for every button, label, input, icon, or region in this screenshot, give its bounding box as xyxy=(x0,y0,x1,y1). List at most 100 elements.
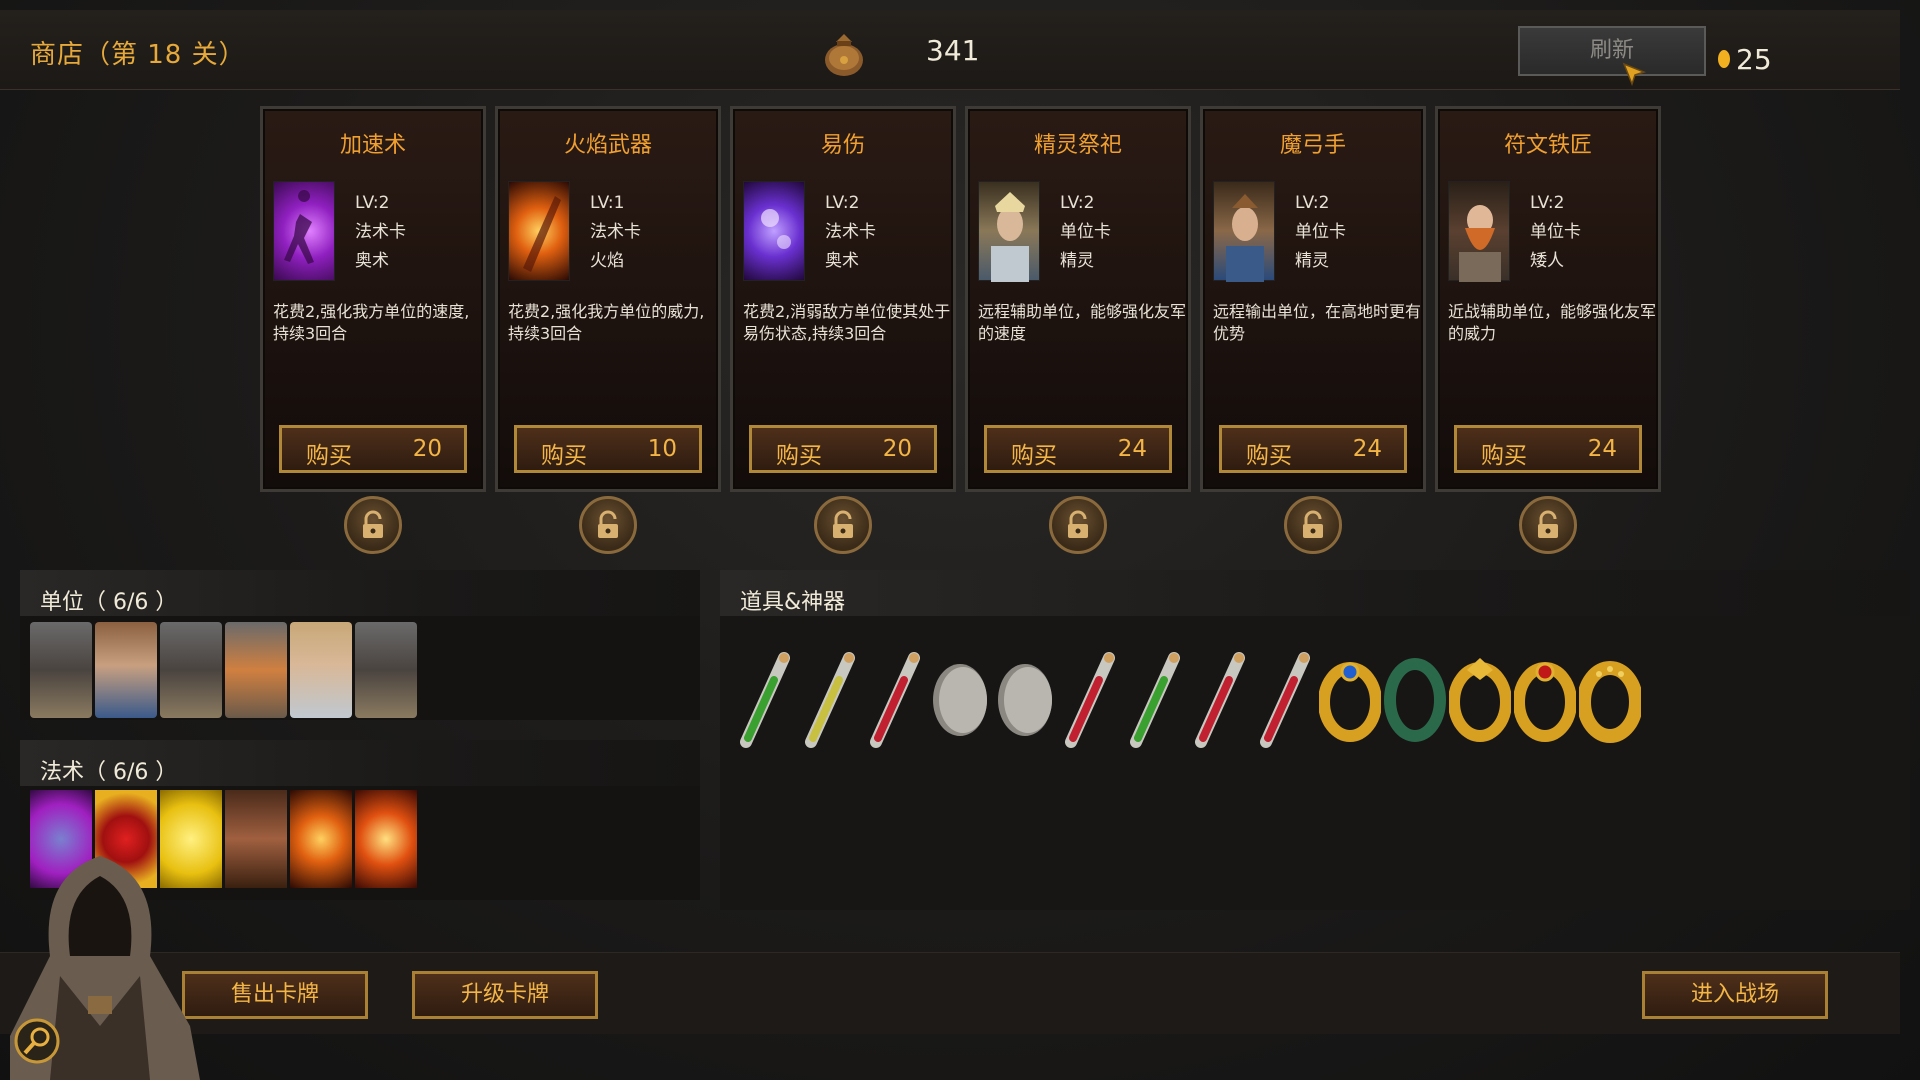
jade-ring-icon[interactable] xyxy=(1384,650,1446,750)
unlock-icon xyxy=(598,510,618,538)
sell-card-button[interactable]: 售出卡牌 xyxy=(182,971,368,1019)
card-school: 火焰 xyxy=(590,251,624,271)
buy-label: 购买 xyxy=(776,443,822,469)
card-name: 加速术 xyxy=(339,133,406,158)
shop-card-haste[interactable]: 加速术 LV:2 法术卡 奥术 花费2,强化我方单位的速度,持续3回合 购买 2… xyxy=(260,106,486,492)
card-description: 近战辅助单位，能够强化友军的威力 xyxy=(1448,302,1657,343)
refresh-coin-count: 25 xyxy=(1736,43,1772,76)
card-name: 符文铁匠 xyxy=(1503,133,1592,158)
unit-elf-archer-icon[interactable] xyxy=(95,622,157,718)
haste-spell-art-icon xyxy=(273,181,335,281)
card-name: 火焰武器 xyxy=(563,133,652,158)
card-name: 魔弓手 xyxy=(1279,133,1346,158)
unit-knight-icon[interactable] xyxy=(30,622,92,718)
buy-button[interactable]: 购买 24 xyxy=(1454,425,1642,473)
card-level: LV:1 xyxy=(590,193,625,213)
card-level: LV:2 xyxy=(1295,193,1330,213)
buy-button[interactable]: 购买 20 xyxy=(279,425,467,473)
top-bar: 商店（第 18 关） 341 刷新 25 xyxy=(0,10,1900,90)
shop-title: 商店（第 18 关） xyxy=(30,40,246,70)
unlock-icon xyxy=(833,510,853,538)
magnifier-icon[interactable] xyxy=(14,1018,60,1064)
vulnerable-spell-art-icon xyxy=(743,181,805,281)
unit-dwarf-icon[interactable] xyxy=(225,622,287,718)
red-potion-icon[interactable] xyxy=(864,650,926,750)
buy-price: 24 xyxy=(1587,436,1617,462)
items-panel-title: 道具&神器 xyxy=(740,590,846,615)
buy-label: 购买 xyxy=(306,443,352,469)
lock-toggle-6[interactable] xyxy=(1519,496,1577,554)
card-description: 远程输出单位，在高地时更有优势 xyxy=(1213,302,1422,343)
gold-band-ring-icon[interactable] xyxy=(1579,650,1641,750)
units-panel-title: 单位（ 6/6 ） xyxy=(40,590,178,615)
card-kind: 法术卡 xyxy=(590,222,641,242)
buy-price: 20 xyxy=(412,436,442,462)
rune-smith-portrait-icon xyxy=(1448,181,1510,282)
cursor-arrow-icon xyxy=(1622,62,1647,87)
shop-card-elf-priest[interactable]: 精灵祭祀 LV:2 单位卡 精灵 远程辅助单位，能够强化友军的速度 购买 24 xyxy=(965,106,1191,492)
card-description: 远程辅助单位，能够强化友军的速度 xyxy=(978,302,1187,343)
card-school: 精灵 xyxy=(1295,251,1329,271)
shop-card-arcane-archer[interactable]: 魔弓手 LV:2 单位卡 精灵 远程输出单位，在高地时更有优势 购买 24 xyxy=(1200,106,1426,492)
card-kind: 单位卡 xyxy=(1530,222,1581,242)
sapphire-ring-icon[interactable] xyxy=(1319,650,1381,750)
spell-fireball-icon[interactable] xyxy=(355,790,417,888)
buy-label: 购买 xyxy=(1246,443,1292,469)
card-kind: 单位卡 xyxy=(1295,222,1346,242)
card-level: LV:2 xyxy=(1530,193,1565,213)
unit-knight-icon[interactable] xyxy=(355,622,417,718)
fire-weapon-art-icon xyxy=(508,181,570,281)
lock-toggle-3[interactable] xyxy=(814,496,872,554)
shop-card-vulnerable[interactable]: 易伤 LV:2 法术卡 奥术 花费2,消弱敌方单位使其处于易伤状态,持续3回合 … xyxy=(730,106,956,492)
unlock-icon xyxy=(363,510,383,538)
card-description: 花费2,强化我方单位的威力,持续3回合 xyxy=(508,302,705,343)
buy-price: 24 xyxy=(1352,436,1382,462)
units-panel: 单位（ 6/6 ） xyxy=(20,570,700,720)
red-potion-icon[interactable] xyxy=(1189,650,1251,750)
enter-battle-button[interactable]: 进入战场 xyxy=(1642,971,1828,1019)
spell-fire-weapon-icon[interactable] xyxy=(290,790,352,888)
spell-strength-icon[interactable] xyxy=(225,790,287,888)
silver-coin-icon[interactable] xyxy=(994,650,1056,750)
card-school: 奥术 xyxy=(825,251,859,271)
lock-toggle-5[interactable] xyxy=(1284,496,1342,554)
refresh-button[interactable]: 刷新 xyxy=(1518,26,1706,76)
card-description: 花费2,消弱敌方单位使其处于易伤状态,持续3回合 xyxy=(743,302,951,343)
unlock-icon xyxy=(1068,510,1088,538)
spells-panel-title: 法术（ 6/6 ） xyxy=(40,760,178,785)
buy-button[interactable]: 购买 24 xyxy=(1219,425,1407,473)
buy-label: 购买 xyxy=(1481,443,1527,469)
card-name: 易伤 xyxy=(820,133,865,158)
red-potion-icon[interactable] xyxy=(1059,650,1121,750)
card-name: 精灵祭祀 xyxy=(1033,133,1122,158)
upgrade-card-button[interactable]: 升级卡牌 xyxy=(412,971,598,1019)
green-potion-icon[interactable] xyxy=(734,650,796,750)
bottom-bar: 售出卡牌 升级卡牌 进入战场 xyxy=(0,952,1900,1034)
buy-price: 20 xyxy=(882,436,912,462)
lock-toggle-1[interactable] xyxy=(344,496,402,554)
gold-ring-icon[interactable] xyxy=(1449,650,1511,750)
buy-button[interactable]: 购买 10 xyxy=(514,425,702,473)
buy-price: 24 xyxy=(1117,436,1147,462)
card-level: LV:2 xyxy=(1060,193,1095,213)
buy-button[interactable]: 购买 20 xyxy=(749,425,937,473)
card-school: 奥术 xyxy=(355,251,389,271)
card-description: 花费2,强化我方单位的速度,持续3回合 xyxy=(273,302,470,343)
buy-price: 10 xyxy=(647,436,677,462)
yellow-potion-icon[interactable] xyxy=(799,650,861,750)
silver-coin-icon[interactable] xyxy=(929,650,991,750)
lock-toggle-4[interactable] xyxy=(1049,496,1107,554)
ruby-ring-icon[interactable] xyxy=(1514,650,1576,750)
red-potion-icon[interactable] xyxy=(1254,650,1316,750)
card-level: LV:2 xyxy=(825,193,860,213)
shop-card-fire-weapon[interactable]: 火焰武器 LV:1 法术卡 火焰 花费2,强化我方单位的威力,持续3回合 购买 … xyxy=(495,106,721,492)
buy-button[interactable]: 购买 24 xyxy=(984,425,1172,473)
unit-knight-icon[interactable] xyxy=(160,622,222,718)
lock-toggle-2[interactable] xyxy=(579,496,637,554)
unit-elf-priest-icon[interactable] xyxy=(290,622,352,718)
card-level: LV:2 xyxy=(355,193,390,213)
arcane-archer-portrait-icon xyxy=(1213,181,1275,282)
shop-card-rune-smith[interactable]: 符文铁匠 LV:2 单位卡 矮人 近战辅助单位，能够强化友军的威力 购买 24 xyxy=(1435,106,1661,492)
gold-bag-icon xyxy=(825,34,863,76)
green-potion-icon[interactable] xyxy=(1124,650,1186,750)
